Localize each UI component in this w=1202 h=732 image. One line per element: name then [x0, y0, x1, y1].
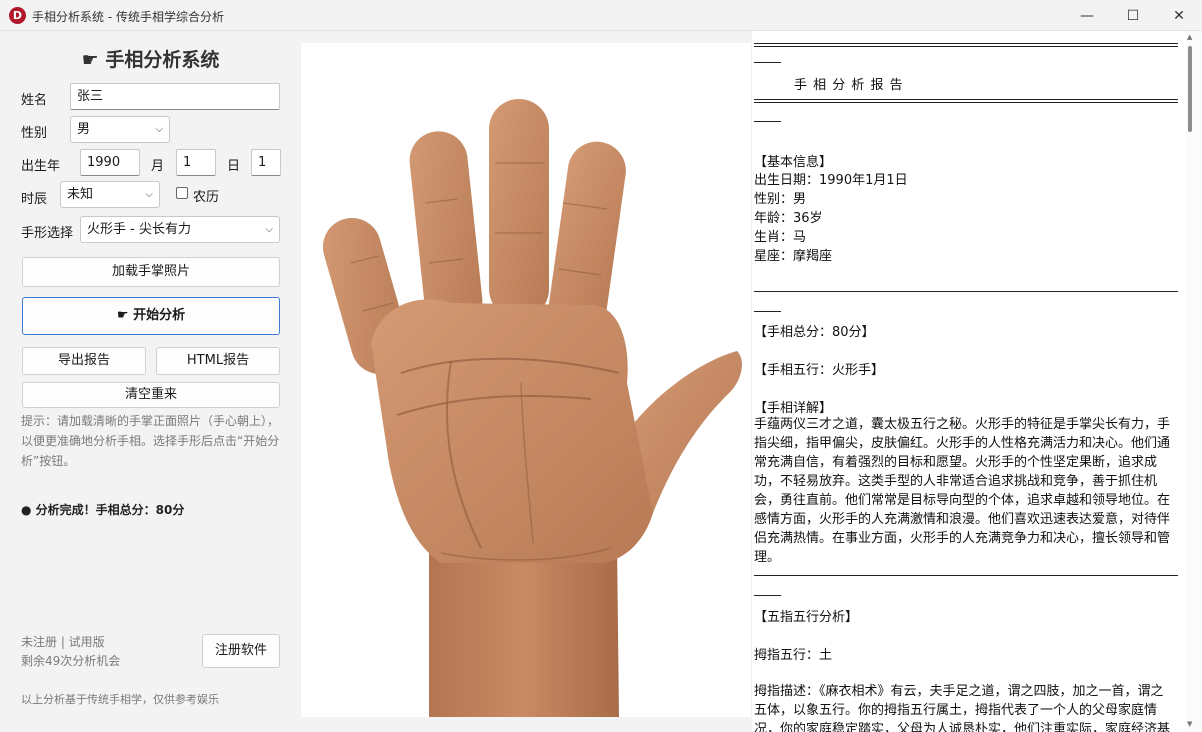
html-report-button[interactable]: HTML报告: [156, 347, 280, 375]
finger-analysis-header: 【五指五行分析】: [754, 610, 859, 625]
birth-year-input[interactable]: 1990: [80, 149, 140, 176]
clear-reset-button[interactable]: 清空重来: [22, 382, 280, 408]
minimize-button[interactable]: —: [1064, 0, 1110, 31]
divider: [754, 575, 1178, 576]
divider: [754, 595, 781, 596]
name-label: 姓名: [21, 93, 48, 108]
total-score: 【手相总分：80分】: [754, 325, 875, 340]
hour-label: 时辰: [21, 192, 48, 207]
age-info: 年龄：36岁: [754, 211, 823, 226]
hour-select[interactable]: 未知 ⌵: [60, 181, 160, 208]
birth-month-input[interactable]: 1: [176, 149, 216, 176]
gender-select[interactable]: 男 ⌵: [70, 116, 170, 143]
lunar-checkbox[interactable]: [176, 187, 188, 199]
thumb-element: 拇指五行：土: [754, 648, 833, 663]
gender-label: 性别: [21, 126, 48, 141]
load-photo-button[interactable]: 加载手掌照片: [22, 257, 280, 287]
register-button[interactable]: 注册软件: [202, 634, 280, 668]
disclaimer: 以上分析基于传统手相学，仅供参考娱乐: [21, 693, 219, 706]
export-report-button[interactable]: 导出报告: [22, 347, 146, 375]
divider: [754, 102, 1178, 103]
maximize-button[interactable]: ☐: [1110, 0, 1156, 31]
chevron-down-icon: ⌵: [265, 224, 273, 235]
report-scrollbar[interactable]: [1186, 31, 1202, 732]
scroll-up-icon[interactable]: ▲: [1187, 33, 1192, 41]
detail-text: 手蕴两仪三才之道，囊太极五行之秘。火形手的特征是手掌尖长有力，手指尖细，指甲偏尖…: [754, 417, 1171, 565]
close-button[interactable]: ✕: [1156, 0, 1202, 31]
detail-header: 【手相详解】: [754, 401, 833, 416]
name-input[interactable]: 张三: [70, 83, 280, 110]
start-analysis-button[interactable]: ☛ 开始分析: [22, 297, 280, 335]
chevron-down-icon: ⌵: [145, 189, 153, 200]
app-logo-icon: D: [9, 7, 26, 24]
divider: [754, 43, 1178, 44]
hand-type-select[interactable]: 火形手 - 尖长有力 ⌵: [80, 216, 280, 243]
hand-element: 【手相五行：火形手】: [754, 363, 885, 378]
hour-value: 未知: [67, 187, 94, 202]
scroll-thumb[interactable]: [1188, 46, 1192, 132]
thumb-description: 拇指描述：《麻衣相术》有云，夫手足之道，谓之四肢，加之一首，谓之五体，以象五行。…: [754, 684, 1171, 732]
remaining-count: 剩余49次分析机会: [21, 654, 121, 668]
divider: [754, 99, 1178, 100]
registration-status: 未注册 | 试用版: [21, 635, 105, 649]
palm-illustration: [322, 99, 742, 717]
usage-hint: 提示：请加载清晰的手掌正面照片（手心朝上），以便更准确地分析手相。选择手形后点击…: [21, 414, 280, 468]
zodiac-info: 生肖：马: [754, 230, 807, 245]
title-bar: D 手相分析系统 - 传统手相学综合分析 — ☐ ✕: [0, 0, 1202, 31]
divider: [754, 291, 1178, 292]
birth-date: 出生日期：1990年1月1日: [754, 173, 908, 188]
basic-info-header: 【基本信息】: [754, 155, 833, 170]
app-title: ☛ 手相分析系统: [81, 49, 220, 71]
birth-day-input[interactable]: 1: [251, 149, 281, 176]
window-title: 手相分析系统 - 传统手相学综合分析: [32, 10, 224, 24]
birth-year-label: 出生年: [21, 159, 61, 174]
hand-type-value: 火形手 - 尖长有力: [87, 222, 191, 237]
analysis-report[interactable]: 手 相 分 析 报 告 【基本信息】 出生日期：1990年1月1日 性别：男 年…: [752, 31, 1202, 732]
month-label: 月: [151, 159, 165, 174]
day-label: 日: [227, 159, 241, 174]
divider: [754, 121, 781, 122]
image-area: [301, 31, 752, 732]
chevron-down-icon: ⌵: [155, 124, 163, 135]
constellation-info: 星座：摩羯座: [754, 249, 833, 264]
hand-type-label: 手形选择: [21, 226, 74, 241]
report-title: 手 相 分 析 报 告: [794, 78, 904, 93]
divider: [754, 311, 781, 312]
divider: [754, 46, 1178, 47]
analysis-status: ● 分析完成！手相总分：80分: [21, 503, 185, 517]
gender-value: 男: [77, 122, 91, 137]
lunar-label: 农历: [193, 190, 220, 205]
gender-info: 性别：男: [754, 192, 807, 207]
palm-photo: [301, 43, 751, 717]
control-panel: ☛ 手相分析系统 姓名 张三 性别 男 ⌵ 出生年 1990 月 1 日 1 时…: [0, 31, 301, 732]
scroll-down-icon[interactable]: ▼: [1187, 720, 1192, 728]
divider: [754, 62, 781, 63]
